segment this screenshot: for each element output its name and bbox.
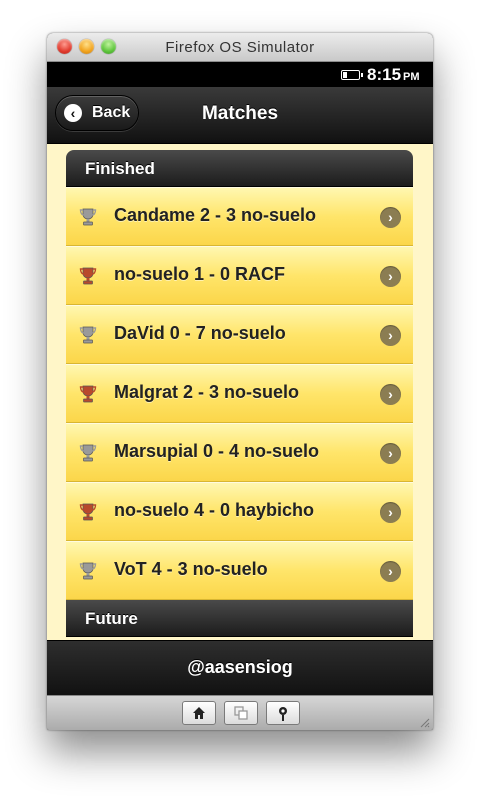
match-row[interactable]: Marsupial 0 - 4 no-suelo › — [66, 423, 413, 482]
match-result-text: Marsupial 0 - 4 no-suelo — [114, 441, 320, 461]
match-row[interactable]: no-suelo 4 - 0 haybicho › — [66, 482, 413, 541]
silver-trophy-icon — [79, 326, 97, 344]
footer-handle: @aasensiog — [187, 657, 293, 677]
bronze-trophy-icon — [79, 503, 97, 521]
section-divider-finished: Finished — [66, 150, 413, 187]
location-button[interactable] — [266, 701, 300, 725]
matches-content[interactable]: Finished Candame 2 - 3 no-suelo › no-suelo … — [47, 144, 433, 640]
chevron-right-icon: › — [380, 266, 401, 287]
app-header: ‹ Back Matches — [47, 87, 433, 144]
window-titlebar[interactable]: Firefox OS Simulator — [47, 33, 433, 62]
home-button[interactable] — [182, 701, 216, 725]
chevron-right-icon: › — [380, 207, 401, 228]
status-bar: 8:15 PM — [47, 62, 433, 87]
windows-icon — [234, 706, 248, 720]
match-row[interactable]: Malgrat 2 - 3 no-suelo › — [66, 364, 413, 423]
simulator-toolbar — [47, 695, 433, 730]
chevron-right-icon: › — [380, 325, 401, 346]
bronze-trophy-icon — [79, 267, 97, 285]
location-pin-icon — [279, 707, 287, 721]
app-footer: @aasensiog — [47, 640, 433, 696]
match-row[interactable]: Candame 2 - 3 no-suelo › — [66, 187, 413, 246]
match-result-text: VoT 4 - 3 no-suelo — [114, 559, 268, 579]
silver-trophy-icon — [79, 208, 97, 226]
clock-time: 8:15 — [367, 65, 402, 84]
chevron-right-icon: › — [380, 561, 401, 582]
match-result-text: Malgrat 2 - 3 no-suelo — [114, 382, 300, 402]
match-result-text: Candame 2 - 3 no-suelo — [114, 205, 317, 225]
chevron-right-icon: › — [380, 443, 401, 464]
window-title: Firefox OS Simulator — [165, 39, 315, 56]
chevron-right-icon: › — [380, 502, 401, 523]
matches-list: Finished Candame 2 - 3 no-suelo › no-suelo … — [66, 150, 413, 637]
bronze-trophy-icon — [79, 385, 97, 403]
windows-button[interactable] — [224, 701, 258, 725]
silver-trophy-icon — [79, 562, 97, 580]
page-title: Matches — [201, 103, 279, 124]
clock-ampm: PM — [403, 71, 420, 83]
chevron-right-icon: › — [380, 384, 401, 405]
match-row[interactable]: DaVid 0 - 7 no-suelo › — [66, 305, 413, 364]
match-result-text: no-suelo 1 - 0 RACF — [114, 264, 286, 284]
match-row[interactable]: VoT 4 - 3 no-suelo › — [66, 541, 413, 600]
resize-grip-icon[interactable] — [418, 716, 430, 728]
silver-trophy-icon — [79, 444, 97, 462]
match-row[interactable]: no-suelo 1 - 0 RACF › — [66, 246, 413, 305]
battery-level — [343, 72, 348, 78]
match-result-text: no-suelo 4 - 0 haybicho — [114, 500, 315, 520]
simulator-window: Firefox OS Simulator 8:15 PM ‹ Back Match… — [47, 33, 433, 730]
section-divider-future: Future — [66, 600, 413, 637]
battery-icon — [341, 70, 363, 80]
home-icon — [193, 707, 205, 719]
status-clock: 8:15 PM — [367, 65, 420, 85]
match-result-text: DaVid 0 - 7 no-suelo — [114, 323, 286, 343]
